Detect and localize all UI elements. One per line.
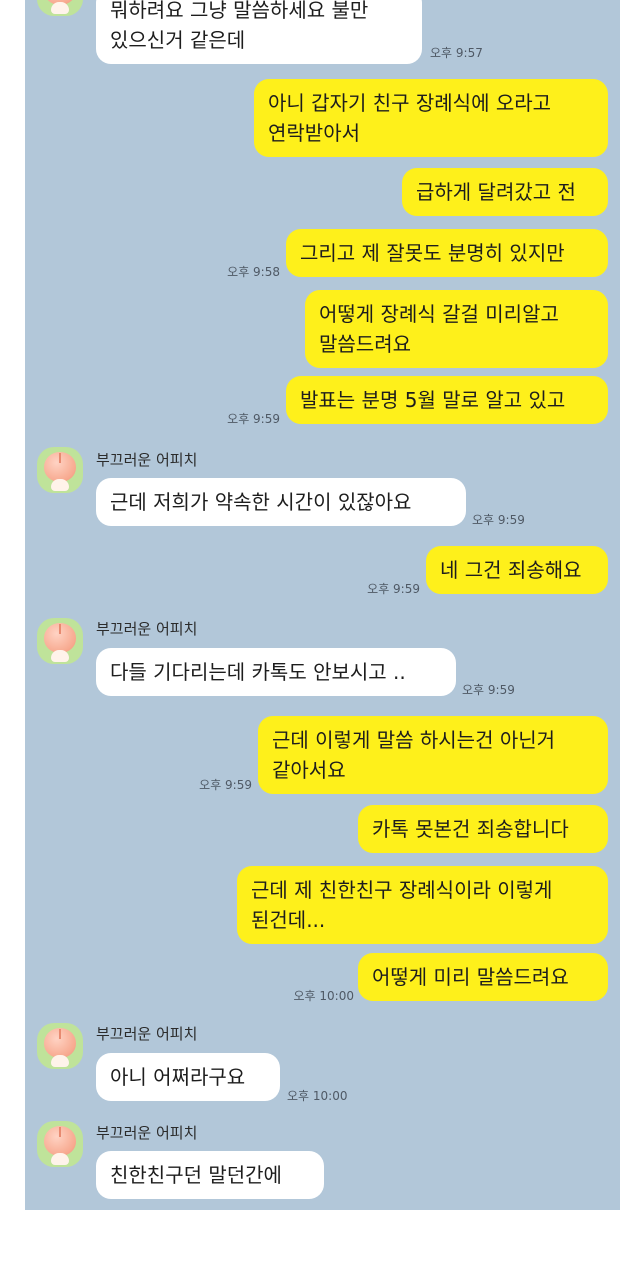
- sender-avatar-icon[interactable]: [37, 1023, 83, 1069]
- sender-name: 부끄러운 어피치: [96, 1025, 198, 1043]
- message-bubble-incoming[interactable]: 다들 기다리는데 카톡도 안보시고 ..: [96, 648, 456, 696]
- message-timestamp: 오후 9:57: [430, 46, 483, 60]
- message-bubble-outgoing[interactable]: 네 그건 죄송해요: [426, 546, 608, 594]
- message-bubble-outgoing[interactable]: 어떻게 미리 말씀드려요: [358, 953, 608, 1001]
- message-bubble-incoming[interactable]: 아니 어쩌라구요: [96, 1053, 280, 1101]
- message-timestamp: 오후 10:00: [293, 989, 354, 1003]
- message-bubble-outgoing[interactable]: 근데 제 친한친구 장례식이라 이렇게 된건데...: [237, 866, 608, 944]
- message-timestamp: 오후 9:59: [227, 412, 280, 426]
- message-bubble-outgoing[interactable]: 급하게 달려갔고 전: [402, 168, 608, 216]
- message-timestamp: 오후 9:58: [227, 265, 280, 279]
- chat-area[interactable]: 뭐하려요 그냥 말씀하세요 불만 있으신거 같은데 오후 9:57 아니 갑자기…: [25, 0, 620, 1210]
- sender-avatar-icon[interactable]: [37, 618, 83, 664]
- message-bubble-outgoing[interactable]: 근데 이렇게 말씀 하시는건 아닌거 같아서요: [258, 716, 608, 794]
- message-bubble-outgoing[interactable]: 어떻게 장례식 갈걸 미리알고 말씀드려요: [305, 290, 608, 368]
- message-bubble-outgoing[interactable]: 발표는 분명 5월 말로 알고 있고: [286, 376, 608, 424]
- message-timestamp: 오후 10:00: [287, 1089, 348, 1103]
- sender-name: 부끄러운 어피치: [96, 451, 198, 469]
- message-bubble-outgoing[interactable]: 카톡 못본건 죄송합니다: [358, 805, 608, 853]
- sender-avatar-icon[interactable]: [37, 1121, 83, 1167]
- message-timestamp: 오후 9:59: [367, 582, 420, 596]
- message-bubble-incoming[interactable]: 근데 저희가 약속한 시간이 있잖아요: [96, 478, 466, 526]
- sender-name: 부끄러운 어피치: [96, 1124, 198, 1142]
- message-timestamp: 오후 9:59: [472, 513, 525, 527]
- message-timestamp: 오후 9:59: [462, 683, 515, 697]
- sender-avatar-icon[interactable]: [37, 447, 83, 493]
- message-bubble-incoming[interactable]: 친한친구던 말던간에: [96, 1151, 324, 1199]
- message-bubble-incoming[interactable]: 뭐하려요 그냥 말씀하세요 불만 있으신거 같은데: [96, 0, 422, 64]
- sender-name: 부끄러운 어피치: [96, 620, 198, 638]
- sender-avatar-icon[interactable]: [37, 0, 83, 16]
- message-bubble-outgoing[interactable]: 아니 갑자기 친구 장례식에 오라고 연락받아서: [254, 79, 608, 157]
- message-timestamp: 오후 9:59: [199, 778, 252, 792]
- message-bubble-outgoing[interactable]: 그리고 제 잘못도 분명히 있지만: [286, 229, 608, 277]
